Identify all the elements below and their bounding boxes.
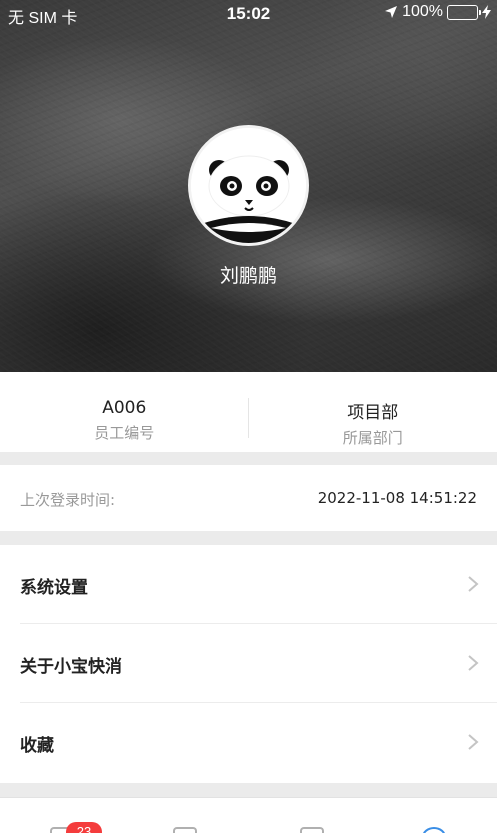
info-card: A006 员工编号 项目部 所属部门 (0, 372, 497, 452)
tab-profile-icon[interactable] (422, 827, 446, 833)
info-divider (248, 398, 249, 438)
menu-item-system-settings[interactable]: 系统设置 (20, 545, 497, 624)
status-bar: 无 SIM 卡 15:02 100% (0, 0, 497, 28)
department-value: 项目部 (347, 403, 399, 423)
tab-reports-icon[interactable] (300, 827, 324, 833)
profile-page: 无 SIM 卡 15:02 100% 刘鹏鹏 A006 员工编号 项目部 所属部… (0, 0, 497, 833)
battery-icon (447, 4, 481, 20)
last-login-row: 上次登录时间: 2022-11-08 14:51:22 (0, 465, 497, 531)
tab-bar: 23 (0, 797, 497, 833)
avatar[interactable] (188, 125, 309, 246)
menu-item-about[interactable]: 关于小宝快消 (20, 624, 497, 703)
battery-percent: 100% (402, 3, 443, 20)
chevron-right-icon (468, 734, 479, 750)
menu-item-label: 关于小宝快消 (20, 657, 122, 677)
profile-header: 无 SIM 卡 15:02 100% 刘鹏鹏 (0, 0, 497, 372)
employee-id-cell: A006 员工编号 (0, 372, 249, 452)
menu-item-favorites[interactable]: 收藏 (20, 703, 497, 782)
chevron-right-icon (468, 576, 479, 592)
status-right: 100% (384, 3, 491, 21)
menu-item-label: 系统设置 (20, 578, 88, 598)
last-login-label: 上次登录时间: (20, 491, 116, 509)
location-arrow-icon (385, 6, 398, 18)
department-cell: 项目部 所属部门 (249, 372, 497, 452)
employee-id-label: 员工编号 (94, 424, 155, 442)
chevron-right-icon (468, 655, 479, 671)
charging-bolt-icon (482, 5, 491, 19)
employee-id-value: A006 (102, 398, 147, 418)
department-label: 所属部门 (342, 429, 403, 447)
last-login-value: 2022-11-08 14:51:22 (317, 489, 477, 507)
panda-icon (191, 128, 306, 243)
tab-apps-icon[interactable] (173, 827, 197, 833)
settings-menu: 系统设置 关于小宝快消 收藏 (0, 545, 497, 783)
message-count-badge: 23 (66, 822, 102, 833)
menu-item-label: 收藏 (20, 736, 54, 756)
user-name: 刘鹏鹏 (219, 265, 277, 287)
